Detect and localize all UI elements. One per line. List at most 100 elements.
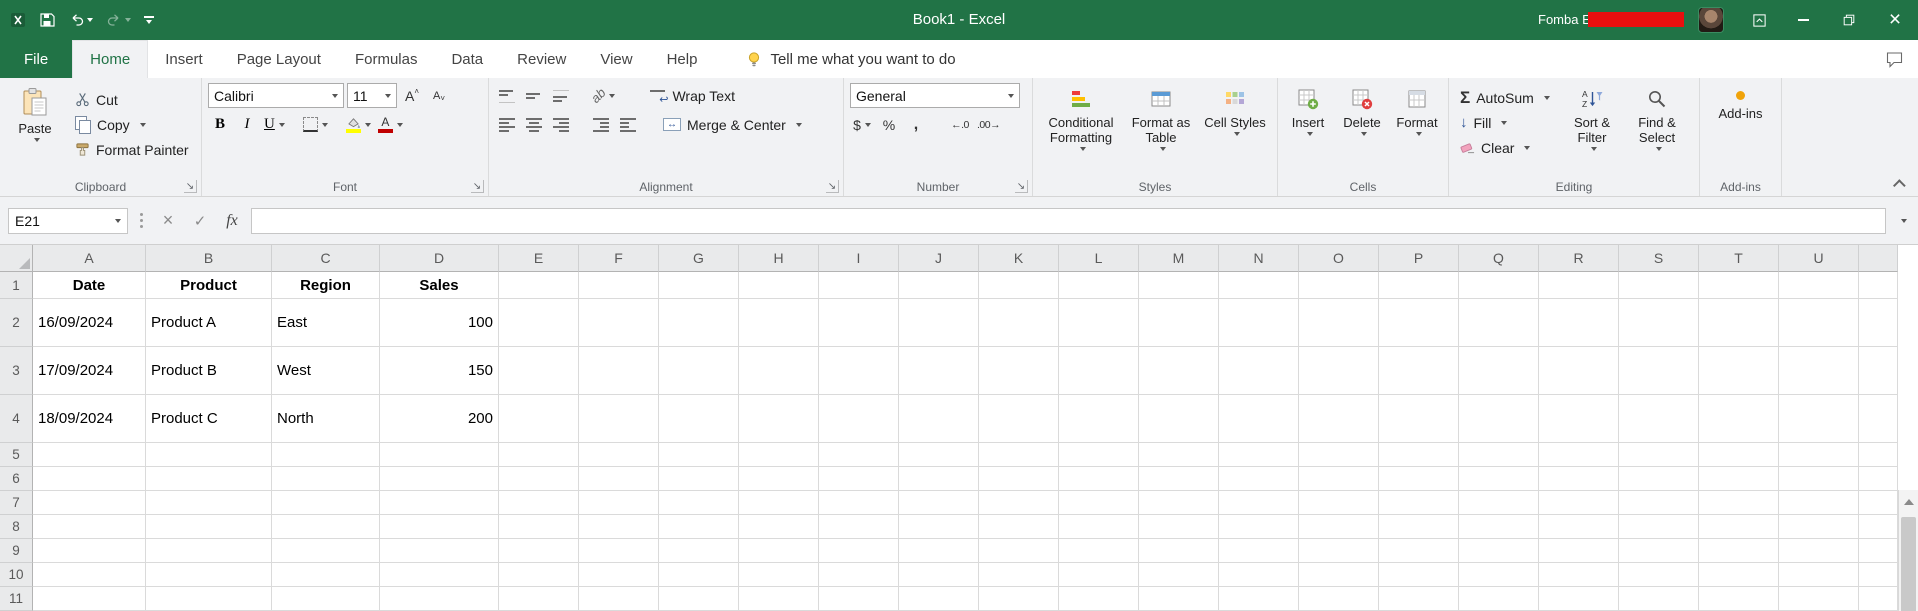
copy-dropdown-arrow[interactable] <box>139 122 146 127</box>
cell-N6[interactable] <box>1219 467 1299 491</box>
customize-quick-access-button[interactable] <box>142 7 156 33</box>
cell-E1[interactable] <box>499 272 579 299</box>
cell-A9[interactable] <box>33 539 146 563</box>
cell-M7[interactable] <box>1139 491 1219 515</box>
cell-I4[interactable] <box>819 395 899 443</box>
cell-partial-1[interactable] <box>1859 272 1898 299</box>
find-select-button[interactable]: Find & Select <box>1625 81 1689 177</box>
cell-C6[interactable] <box>272 467 380 491</box>
tab-page-layout[interactable]: Page Layout <box>220 40 338 78</box>
column-header-U[interactable]: U <box>1779 245 1859 272</box>
number-format-combo[interactable]: General <box>850 83 1020 108</box>
tab-home[interactable]: Home <box>72 40 149 78</box>
tab-file[interactable]: File <box>0 40 73 78</box>
cell-P11[interactable] <box>1379 587 1459 611</box>
cell-P7[interactable] <box>1379 491 1459 515</box>
cell-B3[interactable]: Product B <box>146 347 272 395</box>
cell-O7[interactable] <box>1299 491 1379 515</box>
fill-color-dropdown-arrow[interactable] <box>364 122 371 127</box>
percent-style-button[interactable]: % <box>877 112 901 137</box>
cell-D2[interactable]: 100 <box>380 299 499 347</box>
cell-R9[interactable] <box>1539 539 1619 563</box>
cell-A10[interactable] <box>33 563 146 587</box>
cell-C10[interactable] <box>272 563 380 587</box>
cell-T10[interactable] <box>1699 563 1779 587</box>
underline-button[interactable]: U <box>262 112 287 137</box>
cell-N3[interactable] <box>1219 347 1299 395</box>
format-dropdown-arrow[interactable] <box>1416 132 1422 136</box>
cell-G1[interactable] <box>659 272 739 299</box>
minimize-button[interactable] <box>1780 0 1826 40</box>
cell-S9[interactable] <box>1619 539 1699 563</box>
tab-view[interactable]: View <box>583 40 649 78</box>
paste-button[interactable]: Paste <box>8 81 62 177</box>
cell-H3[interactable] <box>739 347 819 395</box>
cell-T11[interactable] <box>1699 587 1779 611</box>
cell-L9[interactable] <box>1059 539 1139 563</box>
cell-I11[interactable] <box>819 587 899 611</box>
cell-C4[interactable]: North <box>272 395 380 443</box>
cell-partial-4[interactable] <box>1859 395 1898 443</box>
cell-partial-3[interactable] <box>1859 347 1898 395</box>
merge-center-dropdown-arrow[interactable] <box>795 122 802 127</box>
cell-L2[interactable] <box>1059 299 1139 347</box>
restore-button[interactable] <box>1826 0 1872 40</box>
column-header-L[interactable]: L <box>1059 245 1139 272</box>
cell-G10[interactable] <box>659 563 739 587</box>
vertical-scrollbar[interactable] <box>1898 490 1918 611</box>
cell-C1[interactable]: Region <box>272 272 380 299</box>
insert-cells-button[interactable]: Insert <box>1282 81 1334 177</box>
cell-E4[interactable] <box>499 395 579 443</box>
align-center-button[interactable] <box>522 112 546 137</box>
row-header-6[interactable]: 6 <box>0 467 33 491</box>
tab-data[interactable]: Data <box>434 40 500 78</box>
cell-H1[interactable] <box>739 272 819 299</box>
cell-A7[interactable] <box>33 491 146 515</box>
column-header-O[interactable]: O <box>1299 245 1379 272</box>
cell-C2[interactable]: East <box>272 299 380 347</box>
cell-M3[interactable] <box>1139 347 1219 395</box>
cell-F8[interactable] <box>579 515 659 539</box>
cell-D10[interactable] <box>380 563 499 587</box>
wrap-text-button[interactable]: Wrap Text <box>645 83 740 108</box>
cell-Q8[interactable] <box>1459 515 1539 539</box>
cell-partial-5[interactable] <box>1859 443 1898 467</box>
autosum-dropdown-arrow[interactable] <box>1543 95 1550 100</box>
cell-B5[interactable] <box>146 443 272 467</box>
copy-button[interactable]: Copy <box>70 112 194 137</box>
cell-C7[interactable] <box>272 491 380 515</box>
cell-K4[interactable] <box>979 395 1059 443</box>
cell-U4[interactable] <box>1779 395 1859 443</box>
format-cells-button[interactable]: Format <box>1390 81 1444 177</box>
cell-S2[interactable] <box>1619 299 1699 347</box>
cell-T9[interactable] <box>1699 539 1779 563</box>
cell-E6[interactable] <box>499 467 579 491</box>
cell-I3[interactable] <box>819 347 899 395</box>
cell-B1[interactable]: Product <box>146 272 272 299</box>
cell-I10[interactable] <box>819 563 899 587</box>
cell-R1[interactable] <box>1539 272 1619 299</box>
row-header-11[interactable]: 11 <box>0 587 33 611</box>
cell-H7[interactable] <box>739 491 819 515</box>
cell-K2[interactable] <box>979 299 1059 347</box>
cell-O2[interactable] <box>1299 299 1379 347</box>
cell-J7[interactable] <box>899 491 979 515</box>
cell-K9[interactable] <box>979 539 1059 563</box>
cell-F7[interactable] <box>579 491 659 515</box>
middle-align-button[interactable] <box>522 83 546 108</box>
cell-O6[interactable] <box>1299 467 1379 491</box>
cell-O11[interactable] <box>1299 587 1379 611</box>
accounting-dropdown-arrow[interactable] <box>864 122 871 127</box>
fill-color-button[interactable] <box>344 112 373 137</box>
insert-dropdown-arrow[interactable] <box>1307 132 1313 136</box>
cell-F9[interactable] <box>579 539 659 563</box>
cell-S10[interactable] <box>1619 563 1699 587</box>
cell-Q11[interactable] <box>1459 587 1539 611</box>
cell-F11[interactable] <box>579 587 659 611</box>
column-header-N[interactable]: N <box>1219 245 1299 272</box>
undo-button[interactable] <box>66 7 95 33</box>
cell-L1[interactable] <box>1059 272 1139 299</box>
column-header-A[interactable]: A <box>33 245 146 272</box>
cell-K7[interactable] <box>979 491 1059 515</box>
tab-review[interactable]: Review <box>500 40 583 78</box>
